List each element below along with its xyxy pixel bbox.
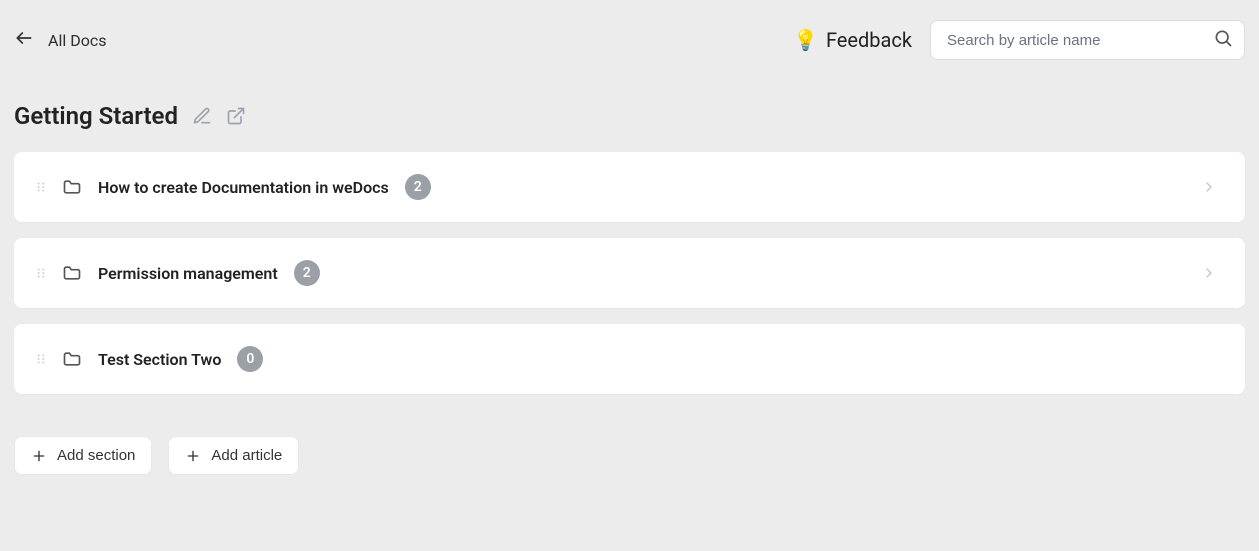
plus-icon <box>185 448 201 464</box>
chevron-right-icon <box>1201 179 1217 195</box>
count-badge: 2 <box>294 260 320 286</box>
add-section-label: Add section <box>57 447 135 464</box>
section-row[interactable]: How to create Documentation in weDocs 2 <box>14 152 1245 222</box>
section-title: Permission management <box>98 264 278 283</box>
folder-icon <box>62 349 82 369</box>
folder-icon <box>62 263 82 283</box>
search-wrap <box>930 20 1245 60</box>
edit-icon[interactable] <box>192 106 212 126</box>
external-link-icon[interactable] <box>226 106 246 126</box>
search-input[interactable] <box>930 20 1245 60</box>
chevron-right-icon <box>1201 265 1217 281</box>
count-badge: 0 <box>237 346 263 372</box>
drag-handle-icon[interactable] <box>34 352 48 366</box>
add-article-button[interactable]: Add article <box>168 436 299 475</box>
count-badge: 2 <box>405 174 431 200</box>
section-row[interactable]: Test Section Two 0 <box>14 324 1245 394</box>
feedback-link[interactable]: 💡 Feedback <box>793 28 912 52</box>
feedback-label: Feedback <box>826 28 912 52</box>
section-title: Test Section Two <box>98 350 221 369</box>
drag-handle-icon[interactable] <box>34 266 48 280</box>
folder-icon <box>62 177 82 197</box>
lightbulb-icon: 💡 <box>793 28 818 52</box>
back-label: All Docs <box>48 31 106 50</box>
arrow-left-icon <box>14 28 34 52</box>
drag-handle-icon[interactable] <box>34 180 48 194</box>
section-row[interactable]: Permission management 2 <box>14 238 1245 308</box>
section-title: How to create Documentation in weDocs <box>98 178 389 197</box>
page-title: Getting Started <box>14 102 178 130</box>
add-article-label: Add article <box>211 447 282 464</box>
add-section-button[interactable]: Add section <box>14 436 152 475</box>
back-to-all-docs[interactable]: All Docs <box>14 28 106 52</box>
plus-icon <box>31 448 47 464</box>
